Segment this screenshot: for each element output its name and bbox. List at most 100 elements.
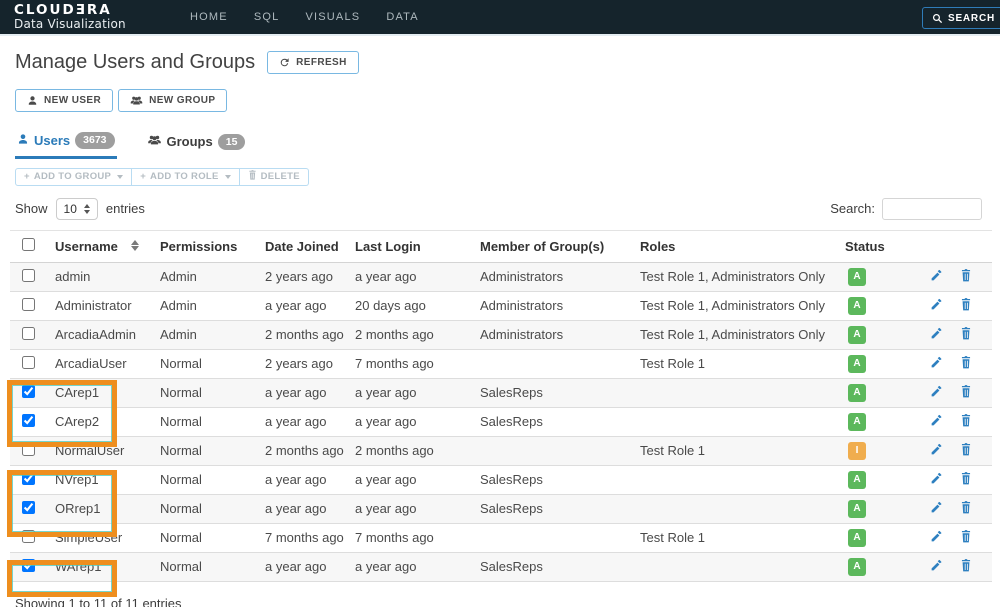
cell-member-of-groups <box>480 436 640 465</box>
chevron-down-icon <box>117 175 123 179</box>
search-button[interactable]: SEARCH <box>922 7 1000 29</box>
search-button-label: SEARCH <box>948 13 995 24</box>
delete-trash-icon[interactable] <box>960 501 972 514</box>
cell-roles <box>640 465 845 494</box>
row-checkbox[interactable] <box>22 269 35 282</box>
cell-username: CArep2 <box>55 407 160 436</box>
new-group-button[interactable]: NEW GROUP <box>118 89 227 112</box>
cell-date-joined: 2 months ago <box>265 436 355 465</box>
show-label: Show <box>15 201 48 216</box>
delete-label: DELETE <box>261 171 300 182</box>
row-checkbox[interactable] <box>22 443 35 456</box>
cell-member-of-groups: Administrators <box>480 320 640 349</box>
tab-groups[interactable]: Groups 15 <box>145 130 248 159</box>
cell-permissions: Normal <box>160 494 265 523</box>
edit-pencil-icon[interactable] <box>930 269 943 282</box>
delete-trash-icon[interactable] <box>960 327 972 340</box>
delete-trash-icon[interactable] <box>960 298 972 311</box>
header-username[interactable]: Username <box>55 230 160 262</box>
sort-icon[interactable] <box>131 240 139 251</box>
delete-button[interactable]: DELETE <box>240 168 309 186</box>
row-checkbox[interactable] <box>22 327 35 340</box>
row-checkbox[interactable] <box>22 530 35 543</box>
add-to-group-button[interactable]: + ADD TO GROUP <box>15 168 132 186</box>
edit-pencil-icon[interactable] <box>930 327 943 340</box>
status-badge: A <box>848 529 866 547</box>
edit-pencil-icon[interactable] <box>930 356 943 369</box>
header-member-of-groups[interactable]: Member of Group(s) <box>480 230 640 262</box>
edit-pencil-icon[interactable] <box>930 385 943 398</box>
delete-trash-icon[interactable] <box>960 559 972 572</box>
nav-item-visuals[interactable]: VISUALS <box>305 3 360 31</box>
page-size-select[interactable]: 10 <box>56 198 98 220</box>
cell-roles <box>640 407 845 436</box>
row-checkbox[interactable] <box>22 472 35 485</box>
delete-trash-icon[interactable] <box>960 472 972 485</box>
users-table: Username Permissions Date Joined Last Lo… <box>10 230 992 582</box>
add-to-role-button[interactable]: + ADD TO ROLE <box>132 168 239 186</box>
user-icon <box>27 95 38 106</box>
header-status[interactable]: Status <box>845 230 920 262</box>
header-date-joined[interactable]: Date Joined <box>265 230 355 262</box>
table-row: NormalUser Normal 2 months ago 2 months … <box>10 436 992 465</box>
header-roles[interactable]: Roles <box>640 230 845 262</box>
cloudera-logo: CLOUDƎRA Data Visualization <box>14 3 176 31</box>
nav-item-home[interactable]: HOME <box>190 3 228 31</box>
cell-member-of-groups: Administrators <box>480 291 640 320</box>
tab-bar: Users 3673 Groups 15 <box>15 130 1000 159</box>
table-row: CArep1 Normal a year ago a year ago Sale… <box>10 378 992 407</box>
delete-trash-icon[interactable] <box>960 385 972 398</box>
row-checkbox[interactable] <box>22 356 35 369</box>
row-checkbox[interactable] <box>22 414 35 427</box>
edit-pencil-icon[interactable] <box>930 414 943 427</box>
edit-pencil-icon[interactable] <box>930 501 943 514</box>
users-table-wrap: Username Permissions Date Joined Last Lo… <box>10 230 992 582</box>
groups-count-badge: 15 <box>218 134 246 151</box>
cell-member-of-groups: SalesReps <box>480 378 640 407</box>
table-header-row: Username Permissions Date Joined Last Lo… <box>10 230 992 262</box>
tab-users[interactable]: Users 3673 <box>15 130 117 159</box>
delete-trash-icon[interactable] <box>960 356 972 369</box>
select-all-checkbox[interactable] <box>22 238 35 251</box>
cell-roles <box>640 494 845 523</box>
table-row: admin Admin 2 years ago a year ago Admin… <box>10 262 992 291</box>
cell-username: SimpleUser <box>55 523 160 552</box>
table-search-input[interactable] <box>882 198 982 220</box>
delete-trash-icon[interactable] <box>960 443 972 456</box>
delete-trash-icon[interactable] <box>960 414 972 427</box>
edit-pencil-icon[interactable] <box>930 298 943 311</box>
edit-pencil-icon[interactable] <box>930 472 943 485</box>
cell-member-of-groups: SalesReps <box>480 552 640 581</box>
edit-pencil-icon[interactable] <box>930 443 943 456</box>
row-checkbox[interactable] <box>22 559 35 572</box>
cell-permissions: Admin <box>160 320 265 349</box>
table-row: ArcadiaAdmin Admin 2 months ago 2 months… <box>10 320 992 349</box>
cell-date-joined: 2 years ago <box>265 349 355 378</box>
edit-pencil-icon[interactable] <box>930 530 943 543</box>
refresh-button[interactable]: REFRESH <box>267 51 359 74</box>
users-group-icon <box>130 95 143 106</box>
cell-username: WArep1 <box>55 552 160 581</box>
cell-last-login: 20 days ago <box>355 291 480 320</box>
cell-username: Administrator <box>55 291 160 320</box>
delete-trash-icon[interactable] <box>960 269 972 282</box>
status-badge: A <box>848 558 866 576</box>
status-badge: A <box>848 326 866 344</box>
row-checkbox[interactable] <box>22 298 35 311</box>
header-last-login[interactable]: Last Login <box>355 230 480 262</box>
edit-pencil-icon[interactable] <box>930 559 943 572</box>
cell-last-login: 2 months ago <box>355 436 480 465</box>
new-user-button[interactable]: NEW USER <box>15 89 113 112</box>
header-permissions[interactable]: Permissions <box>160 230 265 262</box>
row-checkbox[interactable] <box>22 385 35 398</box>
cell-roles <box>640 378 845 407</box>
cell-permissions: Normal <box>160 523 265 552</box>
row-checkbox[interactable] <box>22 501 35 514</box>
cell-roles <box>640 552 845 581</box>
cell-date-joined: a year ago <box>265 552 355 581</box>
cell-member-of-groups: SalesReps <box>480 465 640 494</box>
nav-item-sql[interactable]: SQL <box>254 3 280 31</box>
nav-item-data[interactable]: DATA <box>386 3 419 31</box>
status-badge: A <box>848 297 866 315</box>
delete-trash-icon[interactable] <box>960 530 972 543</box>
